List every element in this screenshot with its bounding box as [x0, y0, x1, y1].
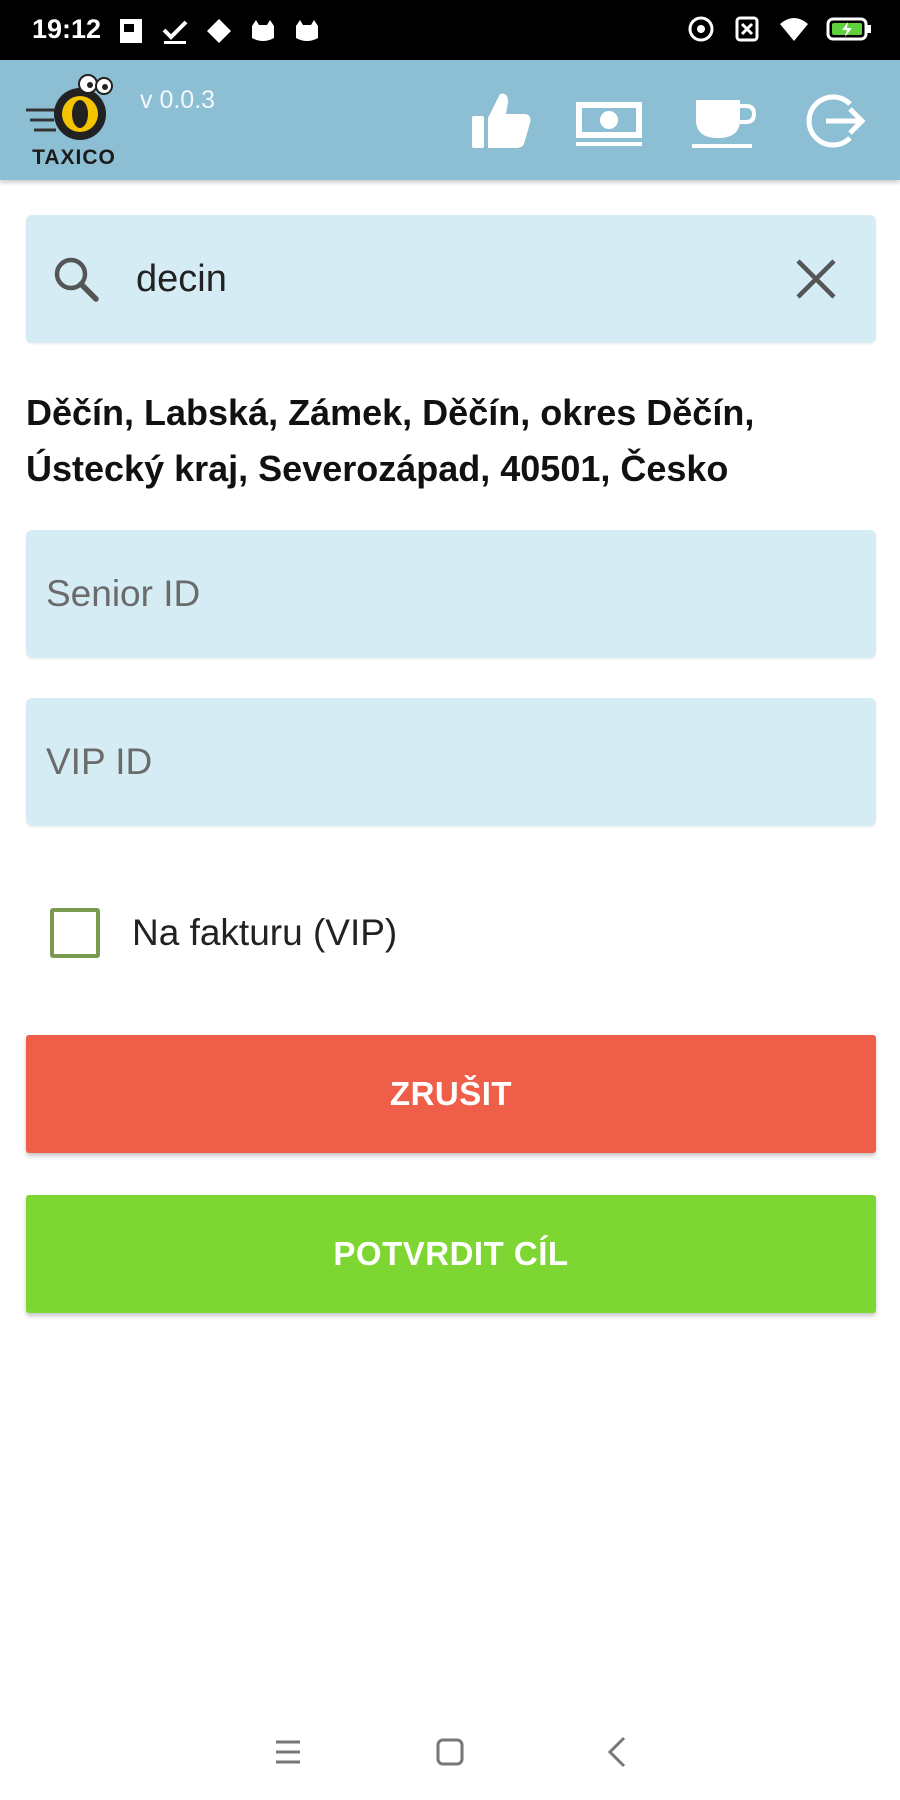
wifi-icon — [778, 14, 810, 49]
cat-app-icon-2 — [292, 16, 322, 46]
cash-icon[interactable] — [574, 90, 642, 152]
vip-id-input[interactable] — [46, 724, 846, 800]
taxi-wheel-logo-icon — [26, 74, 113, 140]
search-icon — [50, 253, 102, 305]
search-input[interactable] — [136, 241, 756, 317]
confirm-destination-button[interactable]: POTVRDIT CÍL — [26, 1195, 876, 1313]
invoice-checkbox-row[interactable]: Na fakturu (VIP) — [50, 905, 397, 961]
logout-icon[interactable] — [802, 90, 868, 152]
invoice-checkbox-label: Na fakturu (VIP) — [132, 912, 398, 953]
destination-address: Děčín, Labská, Zámek, Děčín, okres Děčín… — [26, 392, 755, 489]
app-version: v 0.0.3 — [140, 86, 216, 114]
sim-card-icon — [116, 16, 146, 46]
senior-id-input[interactable] — [46, 556, 846, 632]
home-icon[interactable] — [428, 1730, 472, 1774]
checkmark-icon — [160, 16, 190, 46]
invoice-checkbox[interactable] — [50, 908, 100, 958]
thumbs-up-icon[interactable] — [468, 90, 534, 152]
status-notification-icons — [116, 14, 322, 48]
vip-id-field[interactable] — [26, 698, 876, 826]
coffee-cup-icon[interactable] — [690, 90, 757, 152]
app-header: TAXICO v 0.0.3 — [0, 60, 900, 180]
battery-icon — [826, 16, 872, 47]
search-box[interactable] — [26, 215, 876, 343]
back-icon[interactable] — [596, 1730, 640, 1774]
system-nav-bar — [0, 1700, 900, 1800]
close-icon[interactable] — [788, 251, 844, 307]
cat-app-icon — [248, 16, 278, 46]
logo-text: TAXICO — [32, 146, 116, 169]
cancel-button[interactable]: ZRUŠIT — [26, 1035, 876, 1153]
status-system-icons — [686, 14, 872, 48]
status-bar: 19:12 — [0, 0, 900, 60]
hotspot-icon — [686, 14, 716, 49]
no-sim-icon — [732, 14, 762, 49]
status-time: 19:12 — [32, 14, 102, 44]
senior-id-field[interactable] — [26, 530, 876, 658]
taxico-logo: TAXICO — [24, 74, 124, 170]
menu-icon[interactable] — [266, 1730, 310, 1774]
diamond-icon — [204, 16, 234, 46]
